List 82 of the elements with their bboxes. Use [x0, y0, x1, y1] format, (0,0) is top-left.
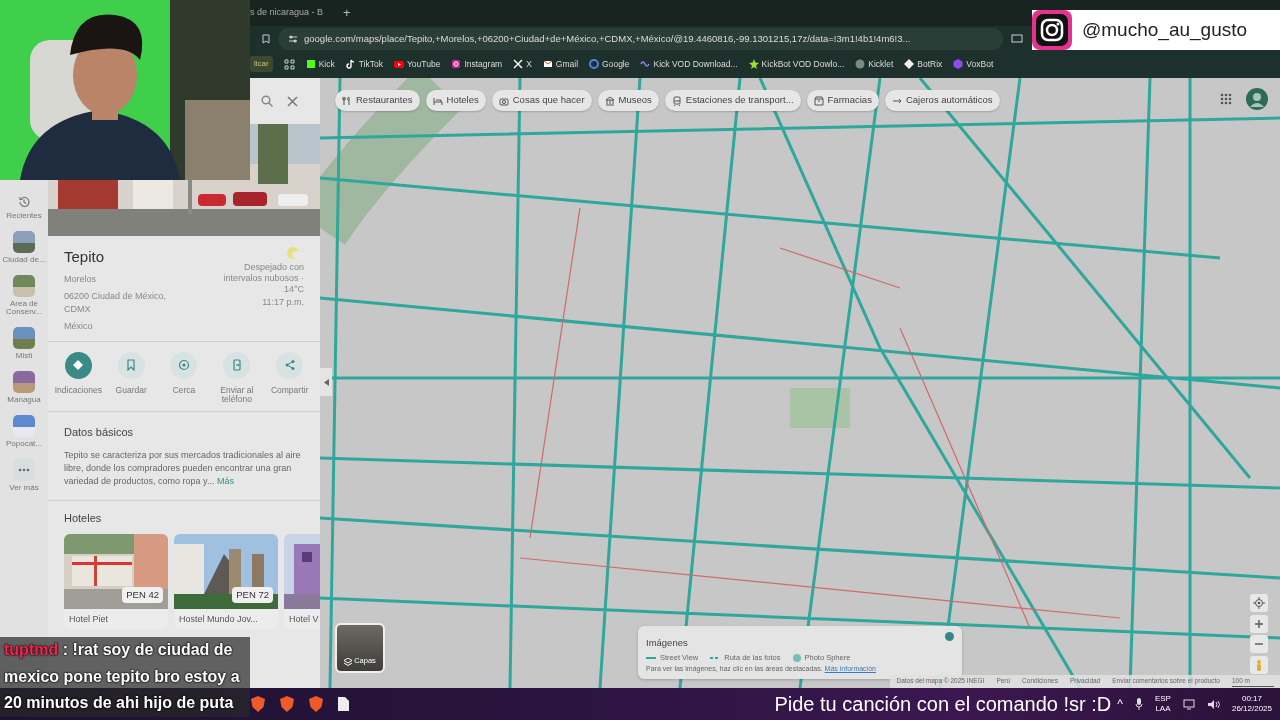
action-button[interactable]: Guardar — [105, 351, 158, 406]
bookmark[interactable]: X — [513, 57, 532, 71]
address-line: Morelos — [64, 272, 97, 286]
cross-icon — [513, 59, 524, 69]
bookmark[interactable]: VoxBot — [953, 57, 994, 71]
shield-icon[interactable] — [308, 695, 324, 713]
place-title: Tepito — [64, 247, 106, 267]
bookmark-chip[interactable]: licar — [250, 56, 273, 72]
address-line: 06200 Ciudad de México, CDMX — [64, 289, 168, 316]
bookmark-icon — [262, 34, 270, 44]
ticker-text: Pide tu canción con el comando !sr :D — [774, 692, 1112, 717]
history-icon — [17, 195, 31, 209]
action-button[interactable]: Cerca — [158, 351, 210, 406]
bookmark[interactable]: YouTube — [394, 57, 441, 71]
sidebar-item[interactable]: Managua — [1, 371, 47, 405]
bookmark[interactable]: Instagram — [451, 57, 503, 71]
clock[interactable]: 00:17 26/12/2025 — [1231, 694, 1272, 714]
new-tab-button[interactable]: + — [343, 3, 351, 23]
document-icon[interactable] — [337, 696, 350, 712]
action-button[interactable]: Enviar al teléfono — [210, 351, 263, 406]
language-indicator[interactable]: ESP LAA — [1154, 694, 1171, 714]
bookmark-icon — [125, 359, 138, 371]
phone-icon — [230, 359, 243, 371]
sidebar-item[interactable]: Misti — [1, 327, 47, 361]
thumbnail — [13, 327, 35, 350]
section-title: Hoteles — [63, 510, 103, 526]
thumbnail — [13, 230, 35, 253]
sidebar-item[interactable]: Ver más — [1, 458, 47, 493]
weather-text: Despejado con intervalos nubosos · 14°C — [222, 262, 304, 295]
envelope-icon — [542, 59, 553, 69]
circle-icon — [855, 59, 866, 69]
circle-icon — [589, 59, 600, 69]
tune-icon — [288, 34, 298, 44]
bookmark[interactable]: Kicklet — [855, 57, 894, 71]
more-icon — [13, 458, 35, 481]
bookmark[interactable]: Gmail — [542, 57, 579, 71]
sidebar-item[interactable]: Ciudad de... — [1, 230, 47, 265]
thumbnail — [13, 371, 35, 393]
star-icon — [748, 59, 759, 69]
hotel-card[interactable]: Hotel V — [284, 534, 320, 630]
location-icon — [178, 359, 190, 371]
square-icon — [305, 59, 316, 69]
monitor-icon[interactable] — [1011, 34, 1023, 44]
address-line: México — [64, 319, 94, 333]
tray-chevron[interactable]: ^ — [1117, 696, 1123, 712]
bookmark[interactable]: KickBot VOD Dowlo... — [748, 57, 845, 71]
directions-icon — [72, 359, 85, 371]
microphone-icon[interactable] — [1134, 698, 1143, 710]
time-text: 11:17 p.m. — [261, 297, 304, 308]
wave-icon — [640, 59, 651, 69]
hexagon-icon — [953, 59, 964, 69]
bookmark[interactable]: Kick VOD Download... — [640, 57, 738, 71]
diamond-icon — [904, 59, 915, 69]
music-note-icon — [345, 59, 356, 69]
hotel-card[interactable]: PEN 42 Hotel Piet — [64, 534, 168, 630]
action-button[interactable]: Indicaciones — [52, 351, 105, 406]
sidebar-item[interactable]: Recientes — [1, 195, 47, 221]
sidebar-item[interactable]: Popocat... — [1, 414, 47, 449]
shield-icon[interactable] — [279, 695, 295, 713]
chat-message: tuptmd : !rat soy de ciudad de mexico pone tepito bro estoy a 20 minutos de ahi hijo de puta — [0, 637, 250, 717]
bookmark[interactable]: Google — [589, 57, 630, 71]
network-icon[interactable] — [1182, 698, 1195, 710]
description-text: Tepito se caracteriza por sus mercados tradicionales al aire libre, donde los compradores pueden encontrar una gran variedad de productos, como ropa y... Más — [64, 448, 302, 488]
play-icon — [394, 59, 404, 69]
bookmark[interactable]: TikTok — [345, 57, 383, 71]
action-button[interactable]: Compartir — [263, 351, 316, 406]
social-handle: @mucho_au_gusto — [1081, 17, 1248, 43]
thumbnail — [13, 414, 35, 437]
address-bar[interactable]: google.com/maps/place/Tepito,+Morelos,+06200+Ciudad+de+México,+CDMX,+México/@19.4460816,-99.1301215,17z/data=!3m1!4b1!4m6!3... — [278, 28, 1003, 50]
hotel-card[interactable]: PEN 72 Hostel Mundo Jov... — [174, 534, 278, 630]
close-icon[interactable] — [287, 95, 298, 107]
thumbnail — [13, 274, 35, 297]
sidebar-item[interactable]: Area de Conserv... — [1, 274, 47, 318]
share-icon — [283, 359, 296, 371]
section-title: Datos básicos — [64, 425, 135, 441]
tab-title[interactable]: s de nicaragua - B — [250, 6, 324, 20]
search-icon[interactable] — [261, 95, 273, 107]
bookmark[interactable]: BotRix — [904, 57, 943, 71]
apps-grid-icon[interactable] — [283, 58, 295, 70]
bookmark[interactable]: Kick — [305, 57, 335, 71]
speaker-icon[interactable] — [1206, 698, 1220, 710]
camera-icon — [451, 59, 462, 69]
